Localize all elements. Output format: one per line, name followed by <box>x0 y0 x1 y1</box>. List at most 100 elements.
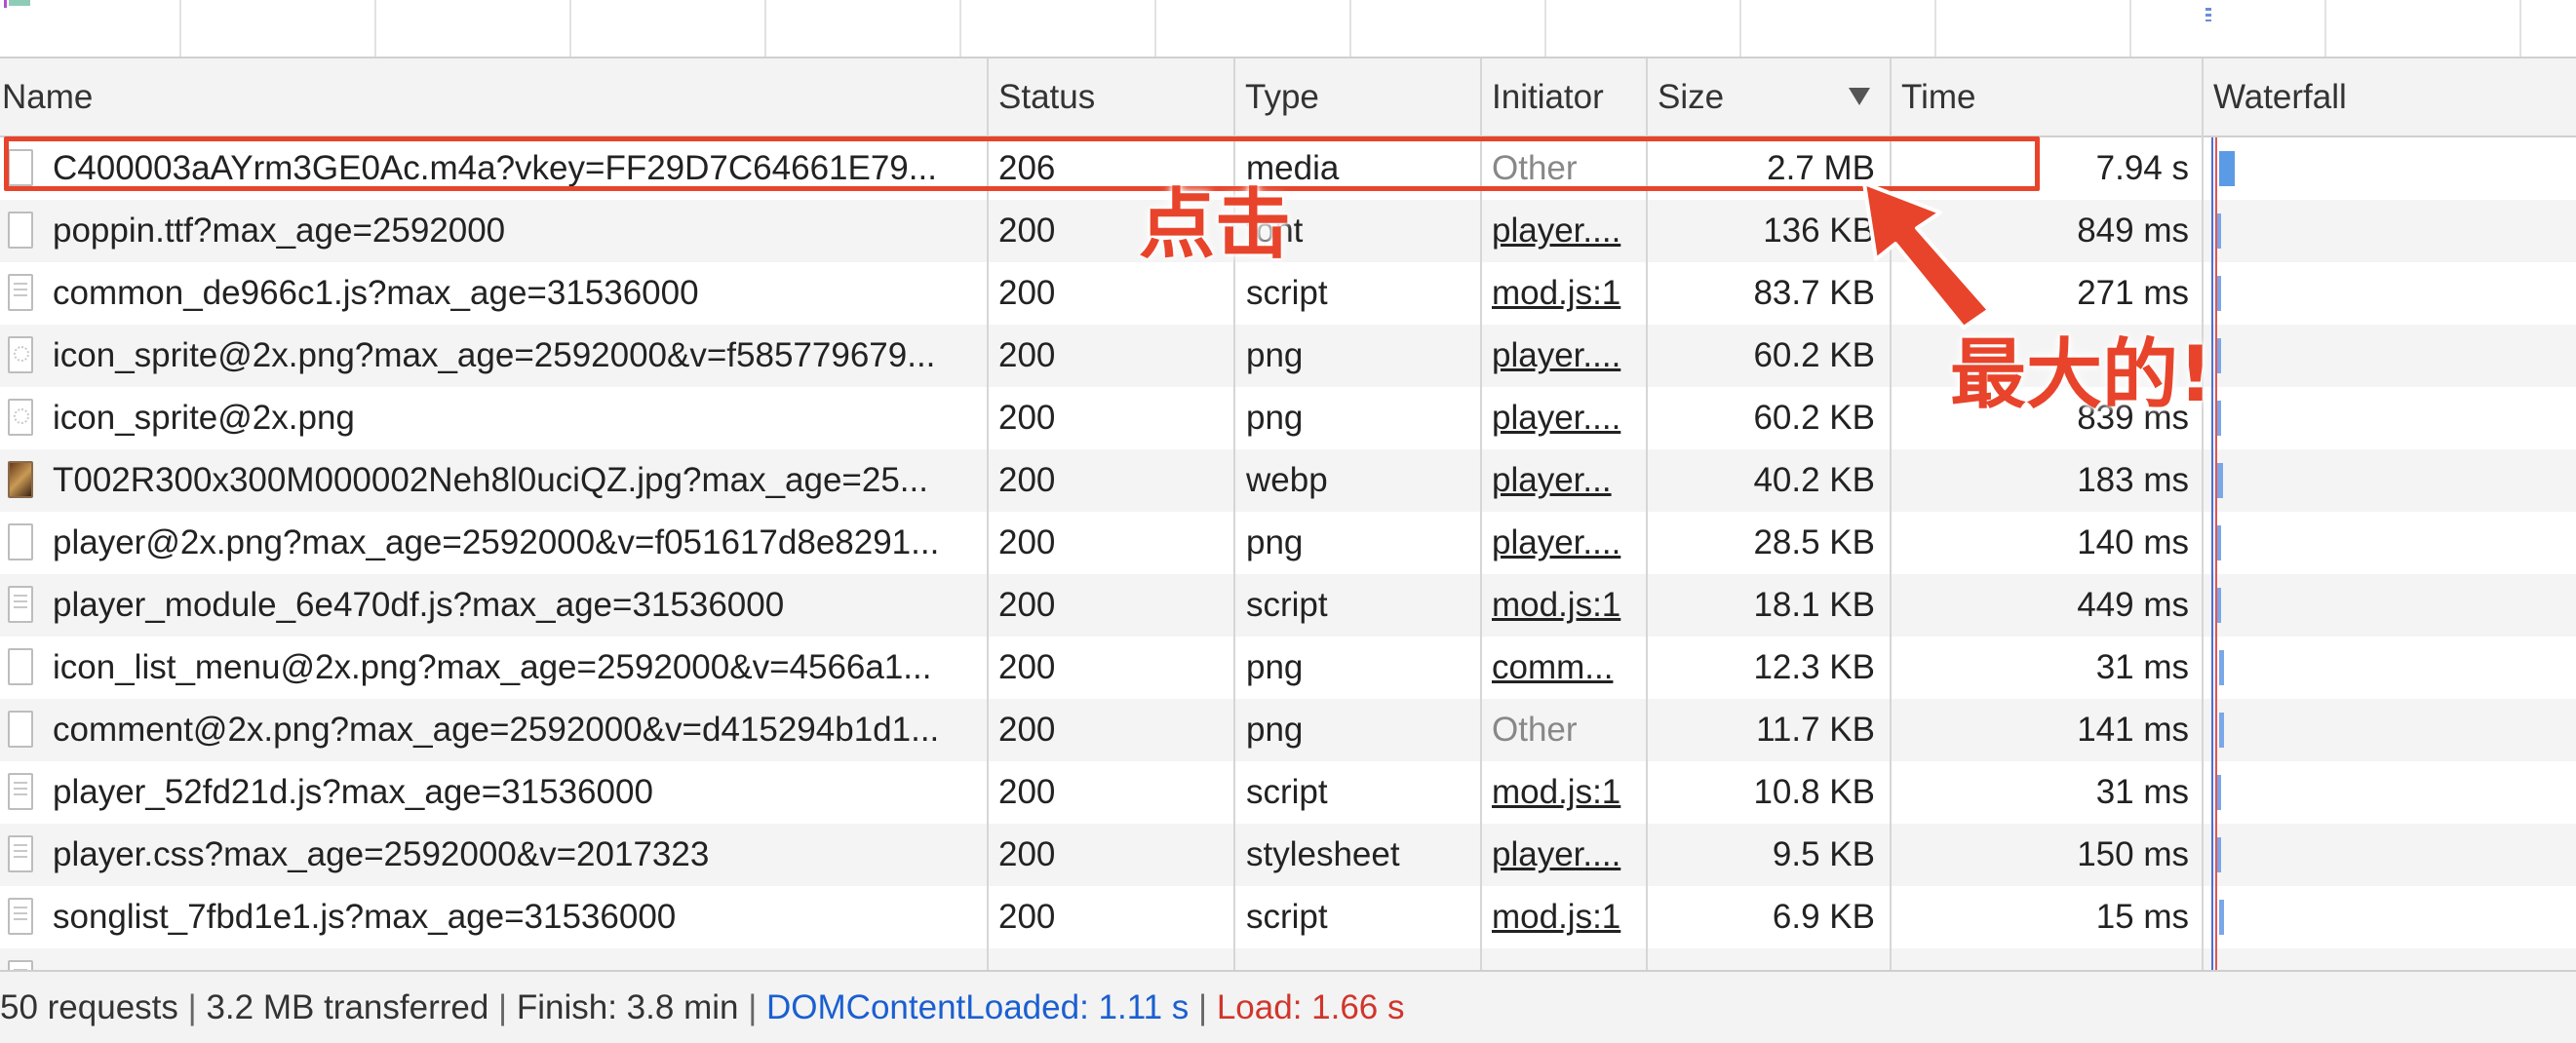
annotation-click-label: 点击 <box>1139 181 1292 269</box>
waterfall-bar <box>2217 213 2221 249</box>
request-initiator-link[interactable]: player.... <box>1492 824 1633 886</box>
overview-gridline <box>1934 0 1936 57</box>
request-time <box>1892 948 2189 970</box>
request-status: 200 <box>998 711 1056 749</box>
column-divider[interactable] <box>1480 58 1482 970</box>
request-initiator-link[interactable]: player.... <box>1492 387 1633 449</box>
request-status: 200 <box>998 773 1056 811</box>
overview-gridline <box>764 0 766 57</box>
request-name: poppin.ttf?max_age=2592000 <box>53 212 506 250</box>
table-row[interactable]: icon_list_menu@2x.png?max_age=2592000&v=… <box>0 637 2576 699</box>
script-file-icon <box>8 960 33 970</box>
column-divider[interactable] <box>1646 58 1648 970</box>
request-status: 200 <box>998 648 1056 686</box>
request-size: 12.3 KB <box>1753 648 1875 686</box>
overview-gridline <box>1349 0 1351 57</box>
request-name: player@2x.png?max_age=2592000&v=f051617d… <box>53 523 940 561</box>
request-status <box>998 948 1223 970</box>
waterfall-bar <box>2217 775 2221 810</box>
request-initiator-link[interactable]: player.... <box>1492 200 1633 262</box>
waterfall-bar <box>2219 713 2224 748</box>
request-initiator-link[interactable] <box>1492 948 1633 970</box>
table-row[interactable]: player_52fd21d.js?max_age=31536000 200 s… <box>0 761 2576 824</box>
table-row[interactable]: T002R300x300M000002Neh8l0uciQZ.jpg?max_a… <box>0 449 2576 512</box>
image-file-icon <box>8 336 33 373</box>
overview-gridline <box>959 0 961 57</box>
request-status: 200 <box>998 898 1056 936</box>
separator: | <box>187 988 197 1026</box>
transferred-size: 3.2 MB transferred <box>206 988 489 1026</box>
column-header-type[interactable]: Type <box>1233 58 1480 135</box>
column-header-time[interactable]: Time <box>1890 58 2202 135</box>
separator: | <box>748 988 758 1026</box>
waterfall-bar <box>2217 338 2221 373</box>
table-row[interactable]: player@2x.png?max_age=2592000&v=f051617d… <box>0 512 2576 574</box>
column-header-waterfall[interactable]: Waterfall <box>2202 58 2576 135</box>
request-name: songlist_7fbd1e1.js?max_age=31536000 <box>53 898 677 936</box>
request-time: 31 ms <box>2095 773 2189 811</box>
request-initiator-link[interactable]: player... <box>1492 449 1633 512</box>
request-initiator-link[interactable]: player.... <box>1492 512 1633 574</box>
file-icon <box>8 523 33 560</box>
overview-gridline <box>374 0 376 57</box>
request-status: 200 <box>998 586 1056 624</box>
separator: | <box>498 988 508 1026</box>
request-time: 140 ms <box>2077 523 2189 561</box>
request-initiator: Other <box>1492 711 1578 749</box>
overview-gridline <box>2519 0 2521 57</box>
request-initiator-link[interactable]: mod.js:1 <box>1492 574 1633 637</box>
request-name: player.css?max_age=2592000&v=2017323 <box>53 835 710 873</box>
request-initiator-link[interactable]: mod.js:1 <box>1492 761 1633 824</box>
table-row[interactable]: player_module_6e470df.js?max_age=3153600… <box>0 574 2576 637</box>
request-initiator-link[interactable]: player.... <box>1492 325 1633 387</box>
waterfall-bar <box>2219 151 2235 186</box>
request-size: 28.5 KB <box>1753 523 1875 561</box>
column-divider[interactable] <box>987 58 989 970</box>
request-size: 60.2 KB <box>1753 399 1875 437</box>
column-header-name[interactable]: Name <box>0 58 987 135</box>
column-divider[interactable] <box>2202 58 2204 970</box>
request-time: 150 ms <box>2077 835 2189 873</box>
overview-timeline[interactable] <box>0 0 2576 58</box>
request-size: 6.9 KB <box>1772 898 1875 936</box>
waterfall-bar <box>2217 401 2221 436</box>
column-header-initiator[interactable]: Initiator <box>1480 58 1646 135</box>
request-status: 200 <box>998 461 1056 499</box>
waterfall-bar <box>2219 900 2224 935</box>
request-time: 449 ms <box>2077 586 2189 624</box>
request-time: 183 ms <box>2077 461 2189 499</box>
request-initiator-link[interactable]: mod.js:1 <box>1492 262 1633 325</box>
annotation-largest-label: 最大的! <box>1950 331 2213 419</box>
overview-gridline <box>2324 0 2326 57</box>
request-time: 141 ms <box>2077 711 2189 749</box>
overview-gridline <box>2129 0 2131 57</box>
table-row[interactable]: player.css?max_age=2592000&v=2017323 200… <box>0 824 2576 886</box>
column-divider[interactable] <box>1890 58 1892 970</box>
script-file-icon <box>8 898 33 935</box>
request-initiator-link[interactable]: comm... <box>1492 637 1633 699</box>
request-size: 11.7 KB <box>1756 711 1875 749</box>
request-type: script <box>1246 898 1328 936</box>
overview-request-marker <box>2205 8 2211 21</box>
script-file-icon <box>8 274 33 311</box>
overview-gridline <box>1154 0 1156 57</box>
dom-content-loaded-time: DOMContentLoaded: 1.11 s <box>766 988 1190 1026</box>
separator: | <box>1198 988 1208 1026</box>
request-type: png <box>1246 648 1304 686</box>
request-type <box>1246 948 1470 970</box>
request-initiator-link[interactable]: mod.js:1 <box>1492 886 1633 948</box>
table-row[interactable]: comment@2x.png?max_age=2592000&v=d415294… <box>0 699 2576 761</box>
table-row[interactable] <box>0 948 2576 970</box>
request-type: script <box>1246 586 1328 624</box>
request-size <box>1648 948 1875 970</box>
file-icon <box>8 711 33 748</box>
column-header-status[interactable]: Status <box>987 58 1233 135</box>
request-size: 83.7 KB <box>1753 274 1875 312</box>
request-name <box>53 948 969 970</box>
request-type: png <box>1246 336 1304 374</box>
script-file-icon <box>8 586 33 623</box>
overview-gridline <box>569 0 571 57</box>
network-table-header: Name Status Type Initiator Size Time Wat… <box>0 58 2576 137</box>
request-time: 849 ms <box>2077 212 2189 250</box>
table-row[interactable]: songlist_7fbd1e1.js?max_age=31536000 200… <box>0 886 2576 948</box>
